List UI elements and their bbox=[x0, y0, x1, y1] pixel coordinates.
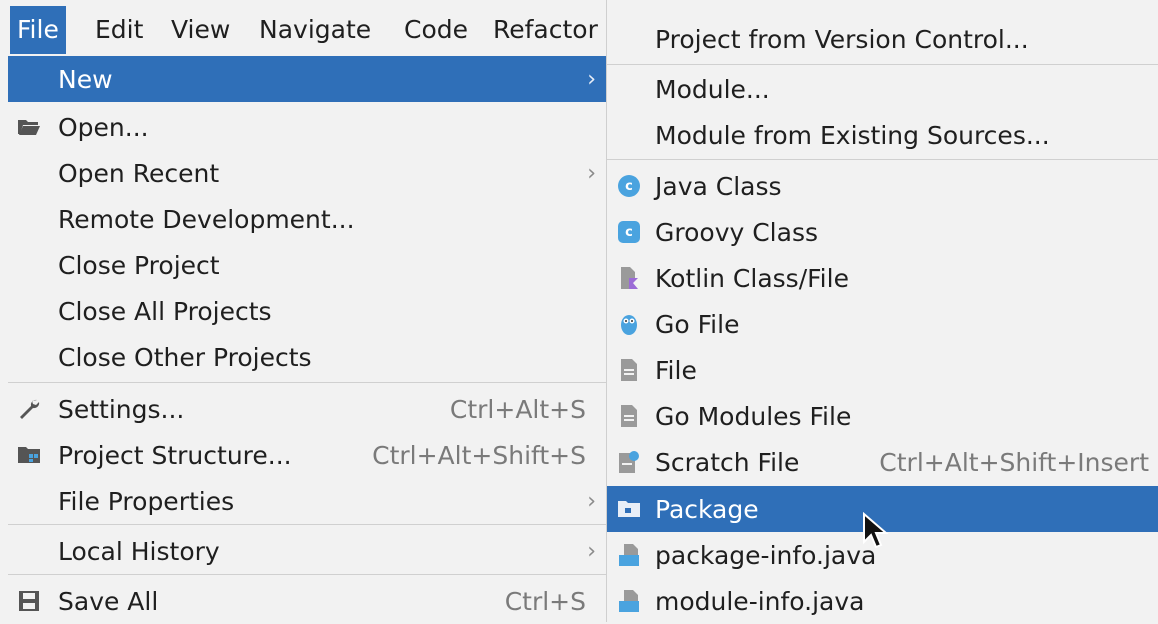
submenu-item-module-from-sources[interactable]: Module from Existing Sources... bbox=[607, 112, 1158, 158]
menu-separator bbox=[8, 382, 606, 383]
chevron-right-icon: › bbox=[587, 66, 596, 92]
submenu-item-label: Kotlin Class/File bbox=[655, 263, 849, 293]
menu-item-label: Local History bbox=[58, 536, 220, 566]
menu-item-open-recent[interactable]: Open Recent › bbox=[8, 150, 606, 196]
java-class-icon: c bbox=[615, 172, 643, 200]
submenu-item-kotlin-class[interactable]: Kotlin Class/File bbox=[607, 255, 1158, 301]
shortcut-label: Ctrl+Alt+Shift+Insert bbox=[879, 447, 1149, 477]
shortcut-label: Ctrl+Alt+S bbox=[449, 394, 586, 424]
groovy-class-icon: c bbox=[615, 218, 643, 246]
menu-item-save-all[interactable]: Save All Ctrl+S bbox=[8, 578, 606, 624]
menu-separator bbox=[607, 159, 1158, 160]
submenu-item-java-class[interactable]: c Java Class bbox=[607, 163, 1158, 209]
menu-item-label: Settings... bbox=[58, 394, 185, 424]
menu-item-label: Remote Development... bbox=[58, 204, 355, 234]
submenu-item-go-file[interactable]: Go File bbox=[607, 301, 1158, 347]
menu-item-project-structure[interactable]: Project Structure... Ctrl+Alt+Shift+S bbox=[8, 432, 606, 478]
java-file-icon bbox=[615, 541, 643, 569]
project-structure-icon bbox=[14, 440, 44, 470]
submenu-item-label: Java Class bbox=[655, 171, 782, 201]
file-menu: New › Open... Open Recent › Remote Devel… bbox=[8, 54, 606, 622]
menubar: File Edit View Navigate Code Refactor bbox=[0, 0, 606, 54]
icon-text: c bbox=[618, 175, 640, 197]
chevron-right-icon: › bbox=[587, 488, 596, 514]
java-file-icon bbox=[615, 587, 643, 615]
shortcut-label: Ctrl+S bbox=[504, 586, 586, 616]
menu-item-label: Open... bbox=[58, 112, 149, 142]
menu-code[interactable]: Code bbox=[397, 6, 475, 54]
menu-item-label: New bbox=[58, 64, 113, 94]
submenu-item-label: File bbox=[655, 355, 697, 385]
submenu-item-label: module-info.java bbox=[655, 586, 865, 616]
menu-item-close-other-projects[interactable]: Close Other Projects bbox=[8, 334, 606, 380]
menu-refactor[interactable]: Refactor bbox=[486, 6, 605, 54]
submenu-item-label: Module from Existing Sources... bbox=[655, 120, 1050, 150]
submenu-item-module-info[interactable]: module-info.java bbox=[607, 578, 1158, 624]
submenu-item-label: Go File bbox=[655, 309, 740, 339]
shortcut-label: Ctrl+Alt+Shift+S bbox=[372, 440, 586, 470]
menu-file[interactable]: File bbox=[10, 6, 66, 54]
chevron-right-icon: › bbox=[587, 538, 596, 564]
menu-item-settings[interactable]: Settings... Ctrl+Alt+S bbox=[8, 386, 606, 432]
folder-open-icon bbox=[14, 112, 44, 142]
menu-navigate[interactable]: Navigate bbox=[252, 6, 378, 54]
menu-item-label: Close Project bbox=[58, 250, 220, 280]
menu-separator bbox=[8, 524, 606, 525]
menu-item-remote-development[interactable]: Remote Development... bbox=[8, 196, 606, 242]
menu-separator bbox=[607, 64, 1158, 65]
go-modules-file-icon bbox=[615, 402, 643, 430]
package-folder-icon bbox=[615, 495, 643, 523]
submenu-item-label: Project from Version Control... bbox=[655, 24, 1029, 54]
wrench-icon bbox=[14, 394, 44, 424]
menu-item-local-history[interactable]: Local History › bbox=[8, 528, 606, 574]
file-icon bbox=[615, 356, 643, 384]
menu-item-new[interactable]: New › bbox=[8, 56, 606, 102]
icon-text: c bbox=[618, 221, 640, 243]
go-file-icon bbox=[615, 310, 643, 338]
submenu-item-label: Go Modules File bbox=[655, 401, 852, 431]
submenu-item-project-from-vcs[interactable]: Project from Version Control... bbox=[607, 16, 1158, 62]
menu-item-close-all-projects[interactable]: Close All Projects bbox=[8, 288, 606, 334]
save-icon bbox=[14, 586, 44, 616]
scratch-file-icon bbox=[615, 448, 643, 476]
chevron-right-icon: › bbox=[587, 160, 596, 186]
submenu-item-module[interactable]: Module... bbox=[607, 66, 1158, 112]
submenu-item-go-modules-file[interactable]: Go Modules File bbox=[607, 393, 1158, 439]
mouse-cursor-icon bbox=[863, 512, 889, 549]
menu-separator bbox=[8, 574, 606, 575]
menu-item-label: File Properties bbox=[58, 486, 235, 516]
submenu-item-label: Scratch File bbox=[655, 447, 800, 477]
menu-view[interactable]: View bbox=[164, 6, 237, 54]
submenu-item-file[interactable]: File bbox=[607, 347, 1158, 393]
menu-item-close-project[interactable]: Close Project bbox=[8, 242, 606, 288]
submenu-item-groovy-class[interactable]: c Groovy Class bbox=[607, 209, 1158, 255]
submenu-item-label: package-info.java bbox=[655, 540, 877, 570]
menu-item-label: Close Other Projects bbox=[58, 342, 312, 372]
menu-edit[interactable]: Edit bbox=[88, 6, 150, 54]
menu-item-label: Project Structure... bbox=[58, 440, 292, 470]
kotlin-file-icon bbox=[615, 264, 643, 292]
menu-item-open[interactable]: Open... bbox=[8, 104, 606, 150]
menu-item-label: Open Recent bbox=[58, 158, 220, 188]
submenu-item-label: Groovy Class bbox=[655, 217, 819, 247]
menu-item-label: Close All Projects bbox=[58, 296, 272, 326]
submenu-item-label: Package bbox=[655, 494, 759, 524]
submenu-item-label: Module... bbox=[655, 74, 770, 104]
menu-item-label: Save All bbox=[58, 586, 159, 616]
menu-item-file-properties[interactable]: File Properties › bbox=[8, 478, 606, 524]
submenu-item-scratch-file[interactable]: Scratch File Ctrl+Alt+Shift+Insert bbox=[607, 439, 1158, 485]
